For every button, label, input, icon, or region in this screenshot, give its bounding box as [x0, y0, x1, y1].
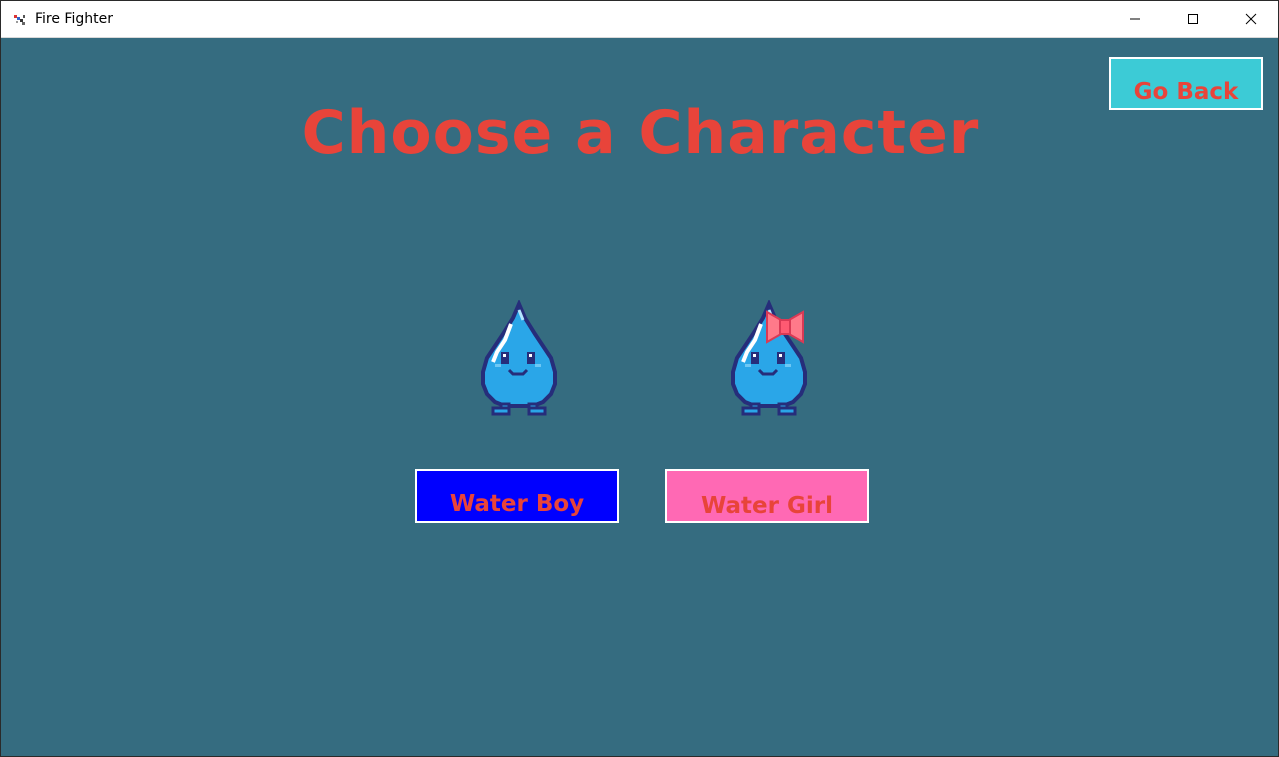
water-drop-character-icon	[481, 300, 557, 416]
maximize-button[interactable]	[1164, 1, 1222, 37]
firefighter-app-icon	[14, 15, 25, 25]
water-boy-label: Water Boy	[449, 491, 585, 517]
water-boy-button[interactable]: Water Boy	[415, 469, 619, 523]
page-title: Choose a Character	[301, 98, 980, 168]
water-girl-label: Water Girl	[700, 493, 833, 519]
character-select-screen: Go Back Choose a Character Water Boy Wat…	[1, 38, 1278, 756]
title-bar: Fire Fighter	[1, 1, 1278, 38]
minimize-button[interactable]	[1106, 1, 1164, 37]
water-girl-button[interactable]: Water Girl	[665, 469, 869, 523]
window-title: Fire Fighter	[35, 11, 113, 27]
close-button[interactable]	[1222, 1, 1278, 37]
minimize-icon	[1130, 18, 1140, 20]
maximize-icon	[1188, 14, 1198, 24]
close-icon	[1245, 13, 1257, 25]
water-drop-character-with-bow-icon	[731, 300, 807, 416]
app-window: Fire Fighter Go Back Choose a Character	[0, 0, 1279, 757]
